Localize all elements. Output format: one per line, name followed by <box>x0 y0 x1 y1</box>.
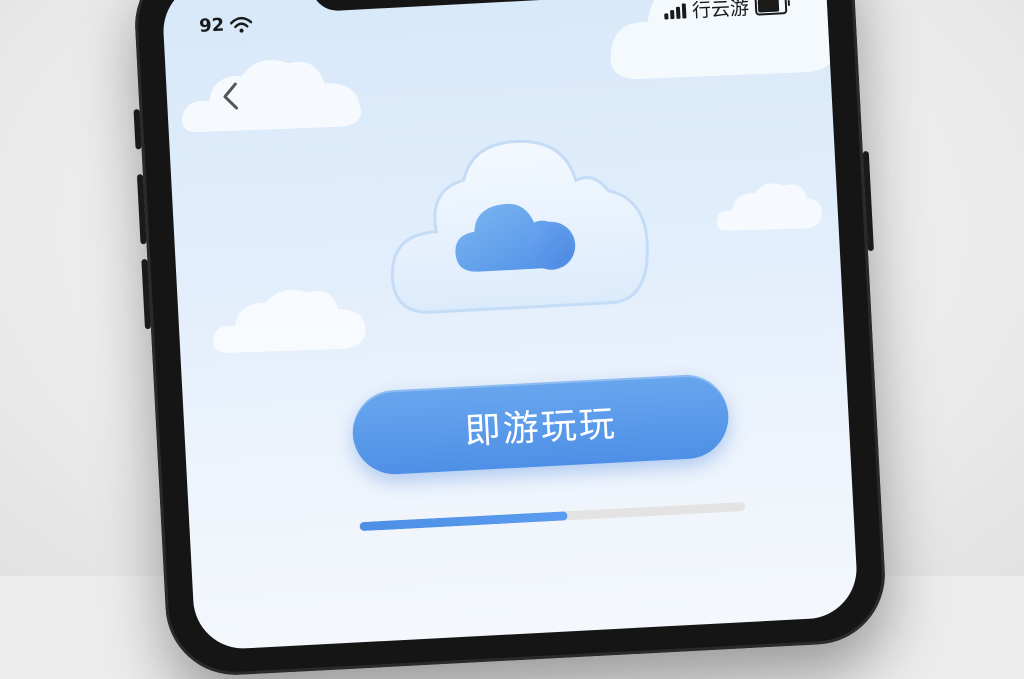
status-time: 92 <box>198 14 225 37</box>
chevron-left-icon <box>223 82 239 110</box>
battery-icon <box>754 0 788 16</box>
background-cloud-top-left <box>182 60 361 133</box>
carrier-name: 行云游 <box>691 0 750 23</box>
status-bar-left: 92 <box>199 13 253 37</box>
loading-progress-bar <box>359 501 746 532</box>
wifi-icon <box>229 16 253 33</box>
back-button[interactable] <box>210 75 252 117</box>
signal-icon <box>664 2 687 20</box>
hero-cloud-icon <box>390 139 649 314</box>
background-cloud-mid-right <box>716 183 822 231</box>
phone-frame: 92 行云游 即游玩玩 <box>131 0 889 679</box>
play-now-label: 即游玩玩 <box>463 403 618 453</box>
camera-notch <box>310 0 633 12</box>
play-now-button[interactable]: 即游玩玩 <box>350 372 731 477</box>
loading-progress-fill <box>359 511 569 532</box>
mute-switch <box>133 109 142 150</box>
app-screen: 92 行云游 即游玩玩 <box>160 0 860 651</box>
background-cloud-mid-left <box>213 289 366 353</box>
